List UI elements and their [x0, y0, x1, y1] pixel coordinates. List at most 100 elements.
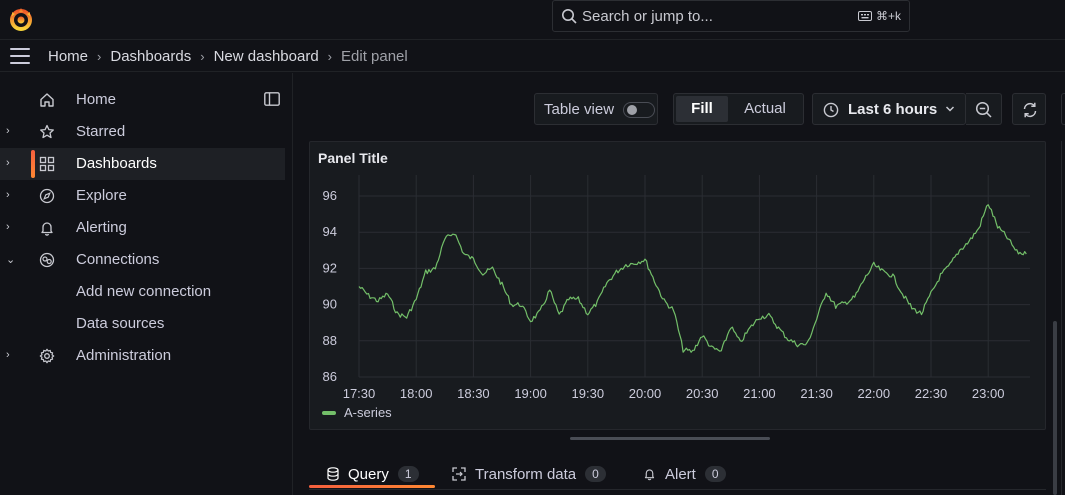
- x-tick-label: 17:30: [343, 386, 376, 401]
- vertical-scrollbar[interactable]: [1053, 321, 1057, 495]
- sidebar-item-administration[interactable]: › Administration: [0, 340, 285, 372]
- time-range-label: Last 6 hours: [848, 101, 938, 118]
- panel-editor: Table view Fill Actual Last 6 hours Pane…: [293, 73, 1065, 495]
- toggle-switch[interactable]: [623, 102, 655, 118]
- y-tick-label: 96: [323, 188, 337, 203]
- actual-option[interactable]: Actual: [730, 96, 800, 122]
- active-indicator: [31, 150, 35, 178]
- tab-label: Alert: [665, 465, 696, 483]
- search-placeholder: Search or jump to...: [582, 8, 713, 25]
- transform-icon: [452, 467, 466, 481]
- options-pane-border: [1061, 141, 1065, 495]
- breadcrumb: Home › Dashboards › New dashboard › Edit…: [48, 48, 408, 65]
- sidebar-item-dashboards[interactable]: › Dashboards: [0, 148, 285, 180]
- clock-icon: [823, 102, 839, 118]
- chevron-down-icon: [945, 106, 955, 112]
- sidebar: Home › Starred › Dashboards › Explore › …: [0, 73, 293, 495]
- chevron-right-icon[interactable]: ›: [6, 349, 18, 363]
- connections-icon: [39, 252, 55, 268]
- sidebar-item-explore[interactable]: › Explore: [0, 180, 285, 212]
- sidebar-item-home[interactable]: Home: [0, 84, 285, 116]
- compass-icon: [39, 188, 55, 204]
- panel: Panel Title 86 88 90 92 94 96 17:30 18:00 18:30 1…: [309, 141, 1046, 430]
- active-tab-indicator: [309, 485, 435, 488]
- chevron-right-icon[interactable]: ›: [6, 157, 18, 171]
- breadcrumb-bar: Home › Dashboards › New dashboard › Edit…: [0, 40, 1065, 72]
- sidebar-item-label: Home: [76, 91, 117, 108]
- grafana-logo-icon[interactable]: [8, 6, 34, 32]
- tab-transform-data[interactable]: Transform data 0: [452, 457, 606, 491]
- x-tick-label: 20:00: [629, 386, 662, 401]
- table-view-label: Table view: [544, 101, 615, 118]
- breadcrumb-dashboards[interactable]: Dashboards: [110, 48, 191, 65]
- y-tick-label: 92: [323, 260, 337, 275]
- sidebar-item-label: Dashboards: [76, 155, 157, 172]
- zoom-out-icon: [975, 101, 992, 118]
- x-tick-label: 22:00: [858, 386, 891, 401]
- sidebar-item-label: Add new connection: [76, 283, 212, 300]
- x-tick-label: 22:30: [915, 386, 948, 401]
- sidebar-item-label: Explore: [76, 187, 127, 204]
- bell-icon: [41, 222, 53, 236]
- x-tick-label: 20:30: [686, 386, 719, 401]
- chevron-right-icon: ›: [200, 49, 205, 64]
- tab-count-badge: 1: [397, 466, 419, 482]
- legend-label[interactable]: A-series: [344, 405, 392, 420]
- keyboard-icon: [857, 11, 872, 21]
- time-series-chart[interactable]: 86 88 90 92 94 96 17:30 18:00 18:30 19:00 19:30 20:…: [310, 142, 1047, 431]
- apps-icon: [39, 156, 55, 172]
- chevron-right-icon[interactable]: ›: [6, 221, 18, 235]
- tab-count-badge: 0: [585, 466, 606, 482]
- breadcrumb-new-dashboard[interactable]: New dashboard: [214, 48, 319, 65]
- x-tick-label: 19:30: [572, 386, 605, 401]
- chevron-right-icon[interactable]: ›: [6, 189, 18, 203]
- table-view-toggle[interactable]: Table view: [534, 93, 658, 125]
- chevron-down-icon[interactable]: ⌄: [6, 253, 18, 267]
- chevron-right-icon: ›: [97, 49, 102, 64]
- y-tick-label: 86: [323, 369, 337, 384]
- fill-actual-radio-group: Fill Actual: [673, 93, 804, 125]
- series-line-a-series: [358, 204, 1027, 353]
- time-range-picker[interactable]: Last 6 hours: [812, 93, 966, 125]
- refresh-button[interactable]: [1012, 93, 1046, 125]
- panel-options-pane-edge[interactable]: [1061, 93, 1065, 125]
- sidebar-item-add-new-connection[interactable]: Add new connection: [0, 276, 285, 308]
- bell-icon: [643, 467, 656, 481]
- breadcrumb-edit-panel: Edit panel: [341, 48, 408, 65]
- search-shortcut-label: ⌘+k: [875, 9, 901, 23]
- zoom-out-button[interactable]: [966, 93, 1002, 125]
- y-tick-label: 94: [323, 224, 337, 239]
- tab-divider: [309, 489, 1046, 490]
- x-tick-label: 21:30: [800, 386, 833, 401]
- star-icon: [40, 124, 54, 139]
- search-shortcut: ⌘+k: [857, 9, 901, 23]
- sidebar-item-label: Starred: [76, 123, 126, 140]
- home-icon: [40, 93, 54, 107]
- fill-option[interactable]: Fill: [676, 96, 728, 122]
- x-tick-label: 18:30: [457, 386, 490, 401]
- sidebar-item-connections[interactable]: ⌄ Connections: [0, 244, 285, 276]
- sidebar-item-data-sources[interactable]: Data sources: [0, 308, 285, 340]
- sidebar-item-label: Administration: [76, 347, 172, 364]
- sidebar-item-label: Alerting: [76, 219, 127, 236]
- breadcrumb-home[interactable]: Home: [48, 48, 88, 65]
- sidebar-item-alerting[interactable]: › Alerting: [0, 212, 285, 244]
- sidebar-item-starred[interactable]: › Starred: [0, 116, 285, 148]
- legend-swatch: [322, 410, 336, 415]
- y-tick-label: 88: [323, 333, 337, 348]
- search-bar[interactable]: Search or jump to... ⌘+k: [552, 0, 910, 32]
- menu-icon[interactable]: [10, 48, 30, 64]
- sidebar-item-label: Data sources: [76, 315, 165, 332]
- tab-label: Query: [348, 465, 389, 483]
- y-tick-label: 90: [323, 297, 337, 312]
- horizontal-scrollbar[interactable]: [570, 437, 770, 440]
- database-icon: [327, 467, 339, 481]
- chevron-right-icon: ›: [327, 49, 333, 64]
- x-tick-label: 23:00: [972, 386, 1005, 401]
- tab-alert[interactable]: Alert 0: [643, 457, 726, 491]
- tab-label: Transform data: [475, 465, 577, 483]
- chevron-right-icon[interactable]: ›: [6, 125, 18, 139]
- tab-count-badge: 0: [704, 466, 726, 482]
- x-tick-label: 21:00: [743, 386, 776, 401]
- sidebar-item-label: Connections: [76, 251, 160, 268]
